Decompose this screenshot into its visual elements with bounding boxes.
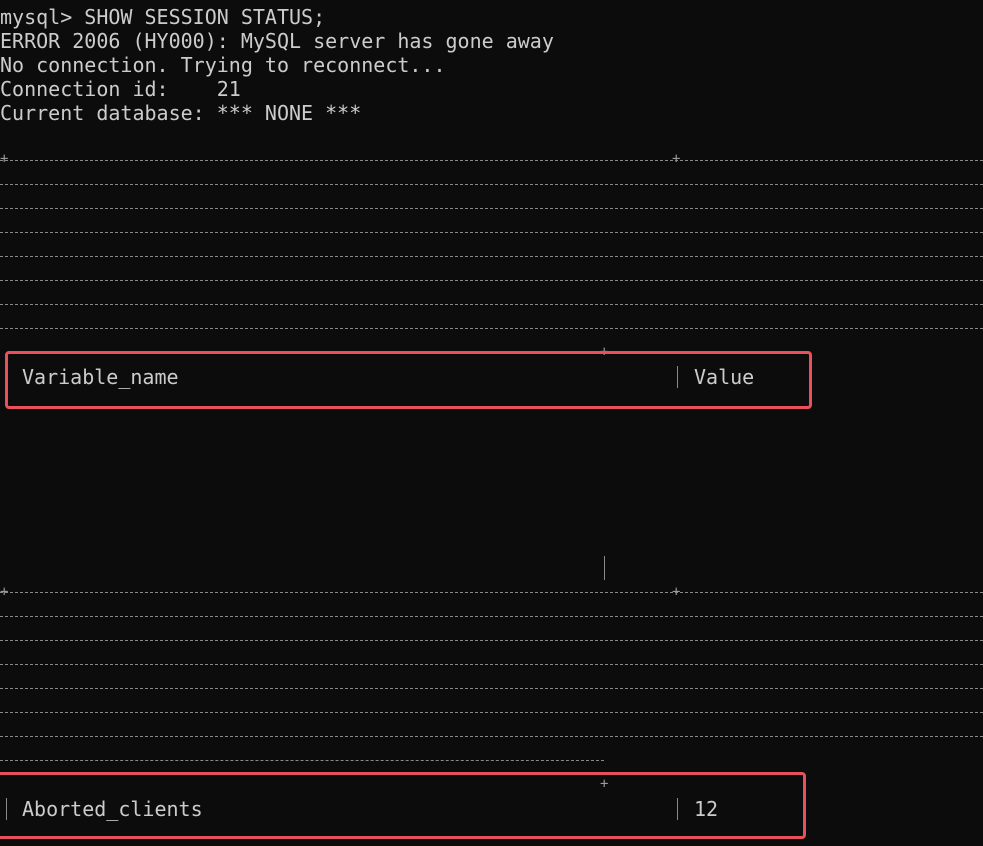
table-border-line bbox=[0, 664, 983, 665]
error-line: ERROR 2006 (HY000): MySQL server has gon… bbox=[0, 29, 554, 53]
column-separator bbox=[604, 556, 605, 580]
table-border-line bbox=[0, 208, 983, 209]
current-database-line: Current database: *** NONE *** bbox=[0, 101, 362, 125]
table-border-line bbox=[0, 160, 983, 161]
reconnect-line: No connection. Trying to reconnect... bbox=[0, 53, 446, 77]
table-border-corner: + bbox=[672, 151, 681, 167]
command-line: mysql> SHOW SESSION STATUS; bbox=[0, 5, 326, 29]
table-border-line bbox=[0, 616, 983, 617]
table-border-line bbox=[0, 640, 983, 641]
table-border-line bbox=[0, 712, 983, 713]
table-border-corner: + bbox=[0, 151, 9, 167]
table-border-line bbox=[0, 304, 983, 305]
table-border-line bbox=[0, 232, 983, 233]
terminal-window[interactable]: mysql> SHOW SESSION STATUS; ERROR 2006 (… bbox=[0, 0, 983, 846]
table-border-line bbox=[0, 184, 983, 185]
table-border-line bbox=[0, 760, 604, 761]
table-border-line bbox=[0, 736, 983, 737]
data-row-highlight bbox=[0, 772, 806, 839]
table-border-line bbox=[0, 328, 983, 329]
connection-id-line: Connection id: 21 bbox=[0, 77, 241, 101]
table-border-line bbox=[0, 280, 983, 281]
table-border-line bbox=[0, 688, 983, 689]
table-border-line bbox=[0, 592, 983, 593]
table-border-line bbox=[0, 256, 983, 257]
header-row-highlight bbox=[5, 351, 812, 409]
